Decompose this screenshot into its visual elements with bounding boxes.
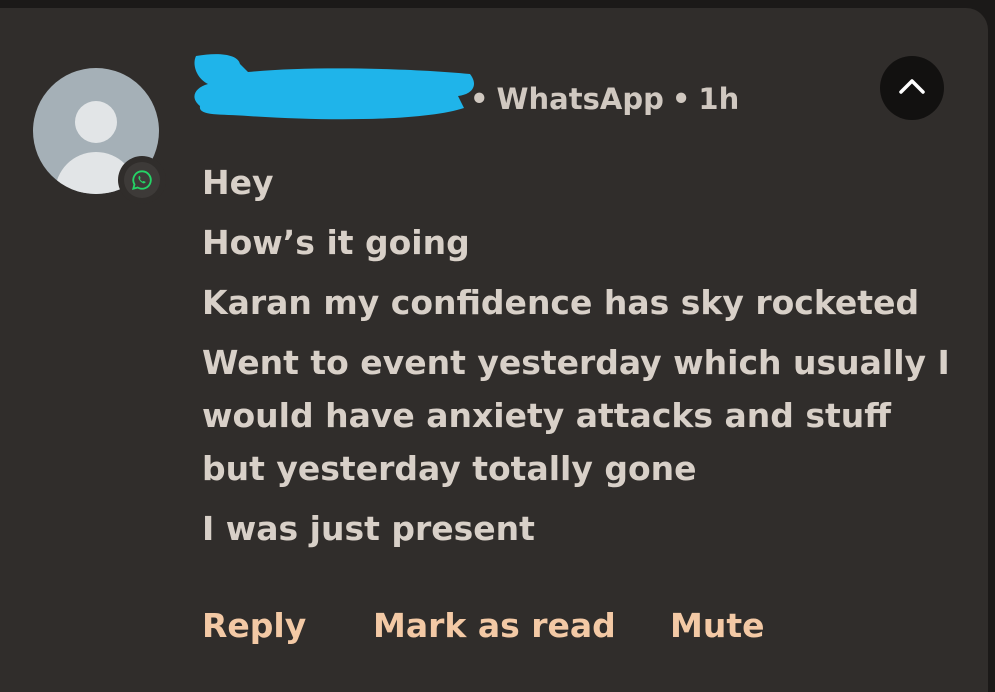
collapse-button[interactable] <box>880 56 944 120</box>
notification-time: 1h <box>698 82 740 116</box>
app-name: WhatsApp <box>496 82 664 116</box>
meta-separator-leading: • <box>470 82 489 116</box>
message-line: Karan my confidence has sky rocketed <box>202 283 920 322</box>
message-line: How’s it going <box>202 223 470 262</box>
person-placeholder-icon <box>75 101 117 143</box>
chevron-up-icon <box>899 79 925 94</box>
notification-meta: • WhatsApp • 1h <box>462 82 739 116</box>
message-list: Hey How’s it going Karan my confidence h… <box>202 156 962 562</box>
whatsapp-icon <box>131 170 152 191</box>
message-line: Hey <box>202 163 274 202</box>
app-badge <box>118 156 166 204</box>
message-line: Went to event yesterday which usually I … <box>202 343 950 488</box>
mark-as-read-button[interactable]: Mark as read <box>373 606 616 645</box>
reply-button[interactable]: Reply <box>202 606 306 645</box>
redacted-sender-name <box>194 54 475 120</box>
meta-separator: • <box>671 82 691 116</box>
mute-button[interactable]: Mute <box>670 606 765 645</box>
message-line: I was just present <box>202 509 535 548</box>
notification-card[interactable]: • WhatsApp • 1h Hey How’s it going Karan my… <box>0 8 988 692</box>
